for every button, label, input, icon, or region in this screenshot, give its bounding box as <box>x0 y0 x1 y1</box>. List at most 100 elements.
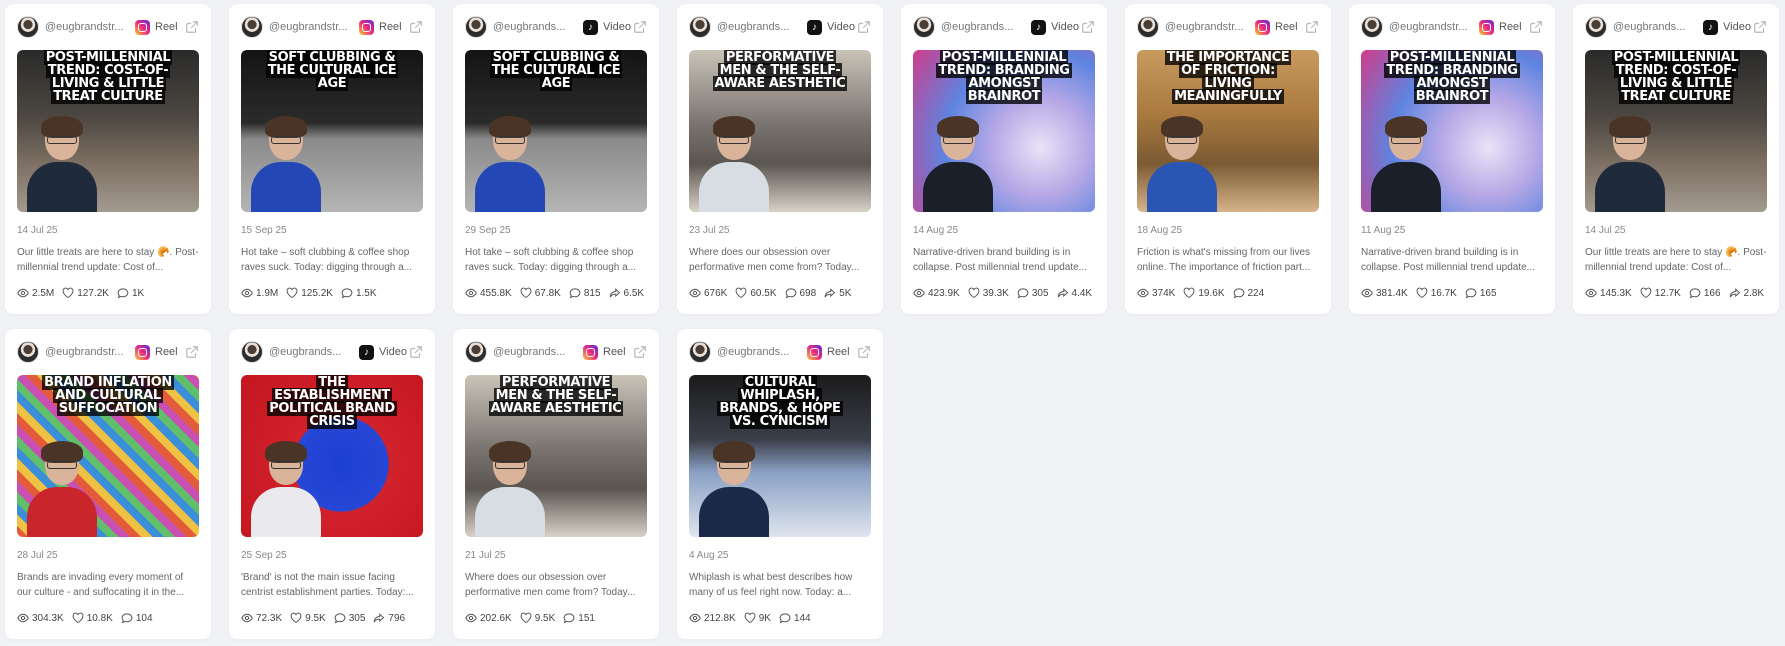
post-thumbnail[interactable]: Post-Millennial Trend: Cost-of-Living & … <box>1585 50 1767 212</box>
avatar[interactable] <box>465 341 487 363</box>
post-date: 25 Sep 25 <box>241 550 287 561</box>
external-link-icon[interactable] <box>857 20 871 34</box>
external-link-icon[interactable] <box>409 345 423 359</box>
post-card[interactable]: @eugbrandstr... Reel Post-Millennial Tre… <box>1349 4 1555 314</box>
creator-handle[interactable]: @eugbrands... <box>493 21 579 33</box>
avatar[interactable] <box>17 341 39 363</box>
heart-icon <box>735 287 747 299</box>
post-card[interactable]: @eugbrandstr... Reel Soft Clubbing & The… <box>229 4 435 314</box>
creator-handle[interactable]: @eugbrands... <box>269 346 355 358</box>
creator-handle[interactable]: @eugbrands... <box>493 346 579 358</box>
comments-stat: 1.5K <box>341 287 377 299</box>
avatar[interactable] <box>1361 16 1383 38</box>
avatar[interactable] <box>465 16 487 38</box>
avatar[interactable] <box>17 16 39 38</box>
instagram-icon <box>1479 19 1494 35</box>
tiktok-icon: ♪ <box>807 19 822 35</box>
engagement-stats: 381.4K 16.7K 165 <box>1361 287 1543 299</box>
creator-handle[interactable]: @eugbrandstr... <box>269 21 355 33</box>
post-date: 15 Sep 25 <box>241 225 287 236</box>
post-card[interactable]: @eugbrands... ♪ Video The Establishment … <box>229 329 435 639</box>
post-card[interactable]: @eugbrands... Reel Cultural Whiplash, Br… <box>677 329 883 639</box>
post-card[interactable]: @eugbrands... Reel Performative Men & Th… <box>453 329 659 639</box>
thumbnail-title: Soft Clubbing & The Cultural Ice Age <box>489 50 623 91</box>
engagement-stats: 374K 19.6K 224 <box>1137 287 1319 299</box>
external-link-icon[interactable] <box>185 20 199 34</box>
creator-handle[interactable]: @eugbrands... <box>717 346 803 358</box>
creator-handle[interactable]: @eugbrands... <box>1613 21 1699 33</box>
external-link-icon[interactable] <box>185 345 199 359</box>
post-thumbnail[interactable]: Post-Millennial Trend: Cost-of-Living & … <box>17 50 199 212</box>
external-link-icon[interactable] <box>1753 20 1767 34</box>
post-thumbnail[interactable]: Performative Men & The Self-Aware Aesthe… <box>465 375 647 537</box>
avatar[interactable] <box>913 16 935 38</box>
post-thumbnail[interactable]: Performative Men & The Self-Aware Aesthe… <box>689 50 871 212</box>
creator-handle[interactable]: @eugbrandstr... <box>45 21 131 33</box>
likes-stat: 39.3K <box>968 287 1009 299</box>
creator-figure <box>27 116 97 212</box>
creator-figure <box>251 116 321 212</box>
post-thumbnail[interactable]: The Importance of Friction: Living Meani… <box>1137 50 1319 212</box>
eye-icon <box>17 288 29 298</box>
comment-icon <box>1233 288 1244 299</box>
post-thumbnail[interactable]: Soft Clubbing & The Cultural Ice Age <box>465 50 647 212</box>
shares-stat: 2.8K <box>1729 287 1764 299</box>
creator-figure <box>699 441 769 537</box>
likes-stat: 12.7K <box>1640 287 1681 299</box>
post-card[interactable]: @eugbrandstr... Reel Brand Inflation and… <box>5 329 211 639</box>
creator-handle[interactable]: @eugbrandstr... <box>45 346 131 358</box>
avatar[interactable] <box>1585 16 1607 38</box>
post-caption: Whiplash is what best describes how many… <box>689 572 853 598</box>
post-thumbnail[interactable]: The Establishment Political Brand Crisis <box>241 375 423 537</box>
external-link-icon[interactable] <box>1305 20 1319 34</box>
likes-stat: 60.5K <box>735 287 777 299</box>
external-link-icon[interactable] <box>1081 20 1095 34</box>
instagram-icon <box>1255 19 1270 35</box>
post-thumbnail[interactable]: Post-Millennial Trend: Branding Amongst … <box>913 50 1095 212</box>
creator-handle[interactable]: @eugbrandstr... <box>1165 21 1251 33</box>
post-date: 14 Aug 25 <box>913 225 959 236</box>
thumbnail-title: The Importance of Friction: Living Meani… <box>1164 50 1292 104</box>
external-link-icon[interactable] <box>633 20 647 34</box>
comments-stat: 224 <box>1233 287 1264 299</box>
content-grid: @eugbrandstr... Reel Post-Millennial Tre… <box>5 4 1779 639</box>
likes-stat: 9.5K <box>520 612 555 624</box>
creator-handle[interactable]: @eugbrandstr... <box>1389 21 1475 33</box>
post-card[interactable]: @eugbrands... ♪ Video Post-Millennial Tr… <box>1573 4 1779 314</box>
avatar[interactable] <box>241 341 263 363</box>
post-card[interactable]: @eugbrands... ♪ Video Performative Men &… <box>677 4 883 314</box>
post-card[interactable]: @eugbrands... ♪ Video Soft Clubbing & Th… <box>453 4 659 314</box>
avatar[interactable] <box>689 16 711 38</box>
external-link-icon[interactable] <box>1529 20 1543 34</box>
comments-stat: 104 <box>121 612 153 624</box>
eye-icon <box>17 613 29 623</box>
post-thumbnail[interactable]: Post-Millennial Trend: Branding Amongst … <box>1361 50 1543 212</box>
post-card[interactable]: @eugbrandstr... Reel The Importance of F… <box>1125 4 1331 314</box>
post-thumbnail[interactable]: Brand Inflation and Cultural Suffocation <box>17 375 199 537</box>
post-type-label: Video <box>1723 21 1751 33</box>
likes-stat: 9.5K <box>290 612 326 624</box>
card-header: @eugbrandstr... Reel <box>241 16 423 38</box>
thumbnail-title: Brand Inflation and Cultural Suffocation <box>42 375 174 416</box>
post-card[interactable]: @eugbrandstr... Reel Post-Millennial Tre… <box>5 4 211 314</box>
avatar[interactable] <box>689 341 711 363</box>
external-link-icon[interactable] <box>633 345 647 359</box>
post-thumbnail[interactable]: Cultural Whiplash, Brands, & Hope vs. Cy… <box>689 375 871 537</box>
creator-handle[interactable]: @eugbrands... <box>941 21 1027 33</box>
creator-handle[interactable]: @eugbrands... <box>717 21 803 33</box>
avatar[interactable] <box>241 16 263 38</box>
likes-stat: 9K <box>744 612 771 624</box>
card-header: @eugbrandstr... Reel <box>17 341 199 363</box>
instagram-icon <box>359 19 374 35</box>
external-link-icon[interactable] <box>409 20 423 34</box>
post-card[interactable]: @eugbrands... ♪ Video Post-Millennial Tr… <box>901 4 1107 314</box>
eye-icon <box>689 288 701 298</box>
eye-icon <box>913 288 925 298</box>
external-link-icon[interactable] <box>857 345 871 359</box>
engagement-stats: 423.9K 39.3K 305 4.4K <box>913 287 1095 299</box>
card-header: @eugbrands... ♪ Video <box>689 16 871 38</box>
heart-icon <box>72 612 84 624</box>
post-thumbnail[interactable]: Soft Clubbing & The Cultural Ice Age <box>241 50 423 212</box>
creator-figure <box>1147 116 1217 212</box>
avatar[interactable] <box>1137 16 1159 38</box>
